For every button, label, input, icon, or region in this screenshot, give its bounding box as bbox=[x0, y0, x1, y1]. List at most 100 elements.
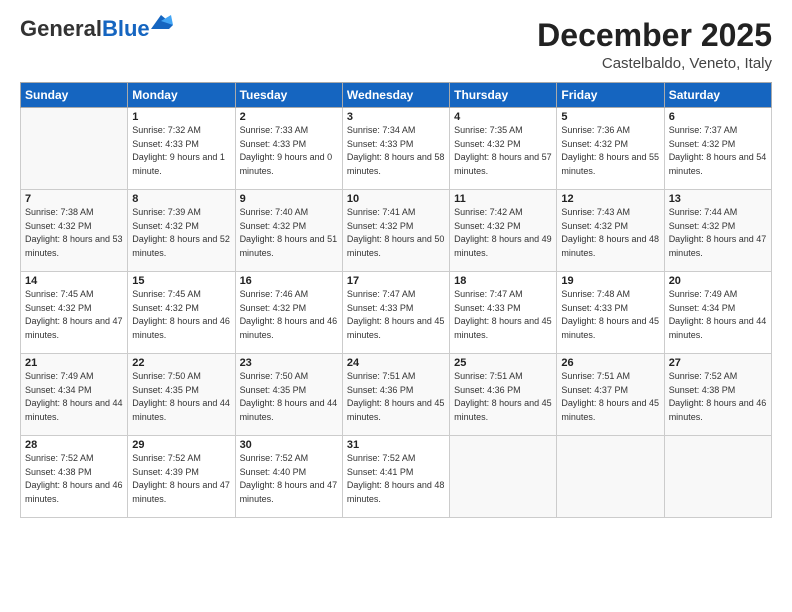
calendar-cell: 29Sunrise: 7:52 AMSunset: 4:39 PMDayligh… bbox=[128, 436, 235, 518]
col-thursday: Thursday bbox=[450, 83, 557, 108]
logo-blue-text: Blue bbox=[102, 16, 150, 41]
day-number: 28 bbox=[25, 439, 123, 451]
calendar-cell: 21Sunrise: 7:49 AMSunset: 4:34 PMDayligh… bbox=[21, 354, 128, 436]
col-friday: Friday bbox=[557, 83, 664, 108]
calendar-cell: 6Sunrise: 7:37 AMSunset: 4:32 PMDaylight… bbox=[664, 108, 771, 190]
day-number: 31 bbox=[347, 439, 445, 451]
calendar-cell: 3Sunrise: 7:34 AMSunset: 4:33 PMDaylight… bbox=[342, 108, 449, 190]
day-number: 26 bbox=[561, 357, 659, 369]
calendar-cell: 15Sunrise: 7:45 AMSunset: 4:32 PMDayligh… bbox=[128, 272, 235, 354]
calendar-cell: 24Sunrise: 7:51 AMSunset: 4:36 PMDayligh… bbox=[342, 354, 449, 436]
day-info: Sunrise: 7:32 AMSunset: 4:33 PMDaylight:… bbox=[132, 124, 230, 178]
day-number: 5 bbox=[561, 111, 659, 123]
calendar-week-5: 28Sunrise: 7:52 AMSunset: 4:38 PMDayligh… bbox=[21, 436, 772, 518]
day-number: 24 bbox=[347, 357, 445, 369]
calendar-cell bbox=[664, 436, 771, 518]
day-number: 15 bbox=[132, 275, 230, 287]
day-info: Sunrise: 7:35 AMSunset: 4:32 PMDaylight:… bbox=[454, 124, 552, 178]
title-block: December 2025 Castelbaldo, Veneto, Italy bbox=[537, 18, 772, 72]
day-number: 30 bbox=[240, 439, 338, 451]
calendar-cell: 26Sunrise: 7:51 AMSunset: 4:37 PMDayligh… bbox=[557, 354, 664, 436]
day-number: 7 bbox=[25, 193, 123, 205]
month-title: December 2025 bbox=[537, 18, 772, 53]
day-info: Sunrise: 7:39 AMSunset: 4:32 PMDaylight:… bbox=[132, 206, 230, 260]
day-info: Sunrise: 7:33 AMSunset: 4:33 PMDaylight:… bbox=[240, 124, 338, 178]
calendar-cell: 30Sunrise: 7:52 AMSunset: 4:40 PMDayligh… bbox=[235, 436, 342, 518]
header-row: Sunday Monday Tuesday Wednesday Thursday… bbox=[21, 83, 772, 108]
calendar-cell: 11Sunrise: 7:42 AMSunset: 4:32 PMDayligh… bbox=[450, 190, 557, 272]
calendar-cell: 19Sunrise: 7:48 AMSunset: 4:33 PMDayligh… bbox=[557, 272, 664, 354]
calendar-cell: 18Sunrise: 7:47 AMSunset: 4:33 PMDayligh… bbox=[450, 272, 557, 354]
day-number: 17 bbox=[347, 275, 445, 287]
calendar-cell: 2Sunrise: 7:33 AMSunset: 4:33 PMDaylight… bbox=[235, 108, 342, 190]
calendar-cell: 9Sunrise: 7:40 AMSunset: 4:32 PMDaylight… bbox=[235, 190, 342, 272]
day-info: Sunrise: 7:52 AMSunset: 4:38 PMDaylight:… bbox=[669, 370, 767, 424]
day-number: 12 bbox=[561, 193, 659, 205]
calendar-week-4: 21Sunrise: 7:49 AMSunset: 4:34 PMDayligh… bbox=[21, 354, 772, 436]
day-number: 20 bbox=[669, 275, 767, 287]
day-info: Sunrise: 7:37 AMSunset: 4:32 PMDaylight:… bbox=[669, 124, 767, 178]
calendar-cell: 23Sunrise: 7:50 AMSunset: 4:35 PMDayligh… bbox=[235, 354, 342, 436]
day-number: 11 bbox=[454, 193, 552, 205]
day-number: 25 bbox=[454, 357, 552, 369]
calendar-cell: 5Sunrise: 7:36 AMSunset: 4:32 PMDaylight… bbox=[557, 108, 664, 190]
day-number: 16 bbox=[240, 275, 338, 287]
logo-general-text: General bbox=[20, 16, 102, 41]
calendar-cell: 27Sunrise: 7:52 AMSunset: 4:38 PMDayligh… bbox=[664, 354, 771, 436]
logo: GeneralBlue bbox=[20, 18, 173, 40]
day-number: 23 bbox=[240, 357, 338, 369]
logo-icon bbox=[151, 15, 173, 33]
calendar-cell: 7Sunrise: 7:38 AMSunset: 4:32 PMDaylight… bbox=[21, 190, 128, 272]
calendar-week-3: 14Sunrise: 7:45 AMSunset: 4:32 PMDayligh… bbox=[21, 272, 772, 354]
day-number: 10 bbox=[347, 193, 445, 205]
day-number: 8 bbox=[132, 193, 230, 205]
location: Castelbaldo, Veneto, Italy bbox=[537, 55, 772, 72]
calendar-cell: 20Sunrise: 7:49 AMSunset: 4:34 PMDayligh… bbox=[664, 272, 771, 354]
day-info: Sunrise: 7:51 AMSunset: 4:37 PMDaylight:… bbox=[561, 370, 659, 424]
day-number: 13 bbox=[669, 193, 767, 205]
day-info: Sunrise: 7:49 AMSunset: 4:34 PMDaylight:… bbox=[669, 288, 767, 342]
col-tuesday: Tuesday bbox=[235, 83, 342, 108]
day-info: Sunrise: 7:42 AMSunset: 4:32 PMDaylight:… bbox=[454, 206, 552, 260]
calendar-cell: 13Sunrise: 7:44 AMSunset: 4:32 PMDayligh… bbox=[664, 190, 771, 272]
col-monday: Monday bbox=[128, 83, 235, 108]
day-info: Sunrise: 7:47 AMSunset: 4:33 PMDaylight:… bbox=[347, 288, 445, 342]
calendar-cell: 31Sunrise: 7:52 AMSunset: 4:41 PMDayligh… bbox=[342, 436, 449, 518]
col-wednesday: Wednesday bbox=[342, 83, 449, 108]
calendar-cell bbox=[21, 108, 128, 190]
day-info: Sunrise: 7:50 AMSunset: 4:35 PMDaylight:… bbox=[240, 370, 338, 424]
day-number: 6 bbox=[669, 111, 767, 123]
day-info: Sunrise: 7:50 AMSunset: 4:35 PMDaylight:… bbox=[132, 370, 230, 424]
calendar-cell: 17Sunrise: 7:47 AMSunset: 4:33 PMDayligh… bbox=[342, 272, 449, 354]
calendar-cell: 12Sunrise: 7:43 AMSunset: 4:32 PMDayligh… bbox=[557, 190, 664, 272]
day-info: Sunrise: 7:45 AMSunset: 4:32 PMDaylight:… bbox=[132, 288, 230, 342]
day-number: 29 bbox=[132, 439, 230, 451]
day-info: Sunrise: 7:47 AMSunset: 4:33 PMDaylight:… bbox=[454, 288, 552, 342]
calendar-table: Sunday Monday Tuesday Wednesday Thursday… bbox=[20, 82, 772, 518]
day-info: Sunrise: 7:49 AMSunset: 4:34 PMDaylight:… bbox=[25, 370, 123, 424]
day-info: Sunrise: 7:52 AMSunset: 4:38 PMDaylight:… bbox=[25, 452, 123, 506]
day-info: Sunrise: 7:45 AMSunset: 4:32 PMDaylight:… bbox=[25, 288, 123, 342]
col-saturday: Saturday bbox=[664, 83, 771, 108]
day-number: 14 bbox=[25, 275, 123, 287]
col-sunday: Sunday bbox=[21, 83, 128, 108]
day-info: Sunrise: 7:36 AMSunset: 4:32 PMDaylight:… bbox=[561, 124, 659, 178]
day-info: Sunrise: 7:43 AMSunset: 4:32 PMDaylight:… bbox=[561, 206, 659, 260]
calendar-cell: 16Sunrise: 7:46 AMSunset: 4:32 PMDayligh… bbox=[235, 272, 342, 354]
day-info: Sunrise: 7:44 AMSunset: 4:32 PMDaylight:… bbox=[669, 206, 767, 260]
day-number: 21 bbox=[25, 357, 123, 369]
page: GeneralBlue December 2025 Castelbaldo, V… bbox=[0, 0, 792, 612]
day-info: Sunrise: 7:52 AMSunset: 4:39 PMDaylight:… bbox=[132, 452, 230, 506]
calendar-cell: 10Sunrise: 7:41 AMSunset: 4:32 PMDayligh… bbox=[342, 190, 449, 272]
calendar-cell: 14Sunrise: 7:45 AMSunset: 4:32 PMDayligh… bbox=[21, 272, 128, 354]
day-number: 19 bbox=[561, 275, 659, 287]
calendar-cell: 28Sunrise: 7:52 AMSunset: 4:38 PMDayligh… bbox=[21, 436, 128, 518]
day-info: Sunrise: 7:34 AMSunset: 4:33 PMDaylight:… bbox=[347, 124, 445, 178]
calendar-cell: 4Sunrise: 7:35 AMSunset: 4:32 PMDaylight… bbox=[450, 108, 557, 190]
day-info: Sunrise: 7:52 AMSunset: 4:40 PMDaylight:… bbox=[240, 452, 338, 506]
day-info: Sunrise: 7:46 AMSunset: 4:32 PMDaylight:… bbox=[240, 288, 338, 342]
day-number: 2 bbox=[240, 111, 338, 123]
day-number: 1 bbox=[132, 111, 230, 123]
calendar-cell bbox=[557, 436, 664, 518]
day-info: Sunrise: 7:41 AMSunset: 4:32 PMDaylight:… bbox=[347, 206, 445, 260]
